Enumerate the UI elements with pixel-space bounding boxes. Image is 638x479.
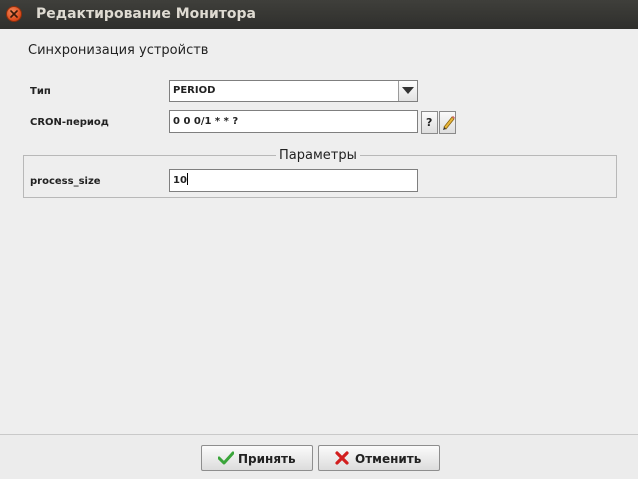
chevron-down-icon (402, 87, 414, 94)
process-size-field[interactable]: 10 (169, 169, 418, 192)
type-dropdown-button[interactable] (398, 81, 417, 101)
type-select-value: PERIOD (173, 85, 216, 96)
cron-field[interactable]: 0 0 0/1 * * ? (169, 110, 418, 133)
monitor-edit-dialog: Редактирование Монитора Синхронизация ус… (0, 0, 638, 479)
close-button[interactable] (6, 6, 22, 22)
cron-edit-button[interactable] (439, 111, 456, 134)
help-button-label: ? (426, 116, 433, 129)
process-size-value: 10 (173, 175, 187, 186)
dialog-content: Синхронизация устройств Тип PERIOD CRON-… (0, 29, 638, 434)
type-label: Тип (30, 86, 51, 97)
checkmark-icon (218, 451, 234, 465)
x-icon (335, 451, 349, 465)
accept-button-label: Принять (238, 452, 296, 466)
section-title: Синхронизация устройств (28, 43, 209, 58)
cron-field-value: 0 0 0/1 * * ? (173, 116, 239, 127)
type-select[interactable]: PERIOD (169, 80, 418, 102)
text-caret (187, 173, 188, 185)
title-bar: Редактирование Монитора (0, 0, 638, 29)
cron-help-button[interactable]: ? (421, 111, 438, 134)
cron-label: CRON-период (30, 117, 109, 128)
process-size-label: process_size (30, 176, 101, 187)
close-icon (10, 10, 18, 18)
parameters-title: Параметры (276, 148, 360, 163)
cancel-button-label: Отменить (355, 452, 422, 466)
pencil-icon (443, 115, 455, 130)
cancel-button[interactable]: Отменить (318, 445, 440, 471)
button-bar: Принять Отменить (0, 434, 638, 479)
accept-button[interactable]: Принять (201, 445, 313, 471)
window-title: Редактирование Монитора (36, 6, 256, 22)
